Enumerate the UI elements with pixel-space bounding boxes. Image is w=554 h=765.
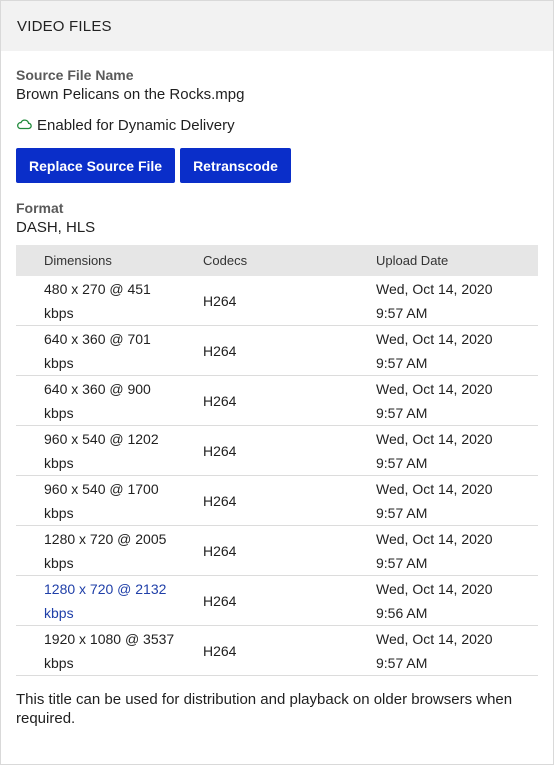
table-row: 960 x 540 @ 1700 kbps H264 Wed, Oct 14, 2… [16,475,538,526]
dimensions-link[interactable]: 1280 x 720 @ 2132 kbps [16,575,203,626]
dynamic-delivery-text: Enabled for Dynamic Delivery [37,117,235,134]
format-value: DASH, HLS [16,219,96,236]
table-row: 640 x 360 @ 701 kbps H264 Wed, Oct 14, 20… [16,325,538,376]
panel-header: VIDEO FILES [1,1,553,51]
table-header-row: Dimensions Codecs Upload Date [16,245,538,276]
source-file-label: Source File Name [16,67,134,83]
column-header-codecs: Codecs [203,253,248,268]
format-label: Format [16,200,64,216]
dimensions-cell: 640 x 360 @ 701 kbps [16,325,203,376]
video-files-panel: VIDEO FILES Source File Name Brown Pelic… [0,0,554,765]
source-file-name: Brown Pelicans on the Rocks.mpg [16,86,245,103]
codec-cell: H264 [203,625,376,676]
codec-cell: H264 [203,375,376,426]
table-row: 640 x 360 @ 900 kbps H264 Wed, Oct 14, 20… [16,375,538,426]
column-header-upload-date: Upload Date [376,253,449,268]
table-row: 960 x 540 @ 1202 kbps H264 Wed, Oct 14, 2… [16,425,538,476]
dimensions-cell: 960 x 540 @ 1700 kbps [16,475,203,526]
codec-cell: H264 [203,525,376,576]
dynamic-delivery-status: Enabled for Dynamic Delivery [16,116,538,136]
upload-date-cell: Wed, Oct 14, 2020 9:57 AM [376,475,538,526]
retranscode-button[interactable]: Retranscode [180,148,291,183]
dimensions-cell: 640 x 360 @ 900 kbps [16,375,203,426]
panel-title: VIDEO FILES [17,17,112,35]
cloud-icon [16,116,37,136]
codec-cell: H264 [203,475,376,526]
column-header-dimensions: Dimensions [44,253,112,268]
table-row[interactable]: 1280 x 720 @ 2132 kbps H264 Wed, Oct 14, … [16,575,538,626]
dimensions-cell: 960 x 540 @ 1202 kbps [16,425,203,476]
legacy-playback-note: This title can be used for distribution … [16,691,513,727]
table-row: 480 x 270 @ 451 kbps H264 Wed, Oct 14, 20… [16,276,538,326]
upload-date-cell: Wed, Oct 14, 2020 9:57 AM [376,625,538,676]
codec-cell: H264 [203,276,376,326]
dimensions-cell: 1280 x 720 @ 2005 kbps [16,525,203,576]
table-row: 1920 x 1080 @ 3537 kbps H264 Wed, Oct 14,… [16,625,538,676]
upload-date-cell: Wed, Oct 14, 2020 9:57 AM [376,325,538,376]
dimensions-cell: 480 x 270 @ 451 kbps [16,276,203,326]
video-renditions-table: Dimensions Codecs Upload Date 480 x 270 … [16,245,538,676]
panel-content: Source File Name Brown Pelicans on the R… [1,51,553,728]
upload-date-cell: Wed, Oct 14, 2020 9:56 AM [376,575,538,626]
codec-cell: H264 [203,425,376,476]
action-buttons: Replace Source File Retranscode [16,148,538,183]
upload-date-cell: Wed, Oct 14, 2020 9:57 AM [376,425,538,476]
format-section: Format DASH, HLS [16,200,538,238]
table-row: 1280 x 720 @ 2005 kbps H264 Wed, Oct 14, … [16,525,538,576]
codec-cell: H264 [203,325,376,376]
source-file-section: Source File Name Brown Pelicans on the R… [16,67,538,105]
upload-date-cell: Wed, Oct 14, 2020 9:57 AM [376,375,538,426]
upload-date-cell: Wed, Oct 14, 2020 9:57 AM [376,525,538,576]
replace-source-file-button[interactable]: Replace Source File [16,148,176,183]
codec-cell: H264 [203,575,376,626]
upload-date-cell: Wed, Oct 14, 2020 9:57 AM [376,276,538,326]
dimensions-cell: 1920 x 1080 @ 3537 kbps [16,625,203,676]
